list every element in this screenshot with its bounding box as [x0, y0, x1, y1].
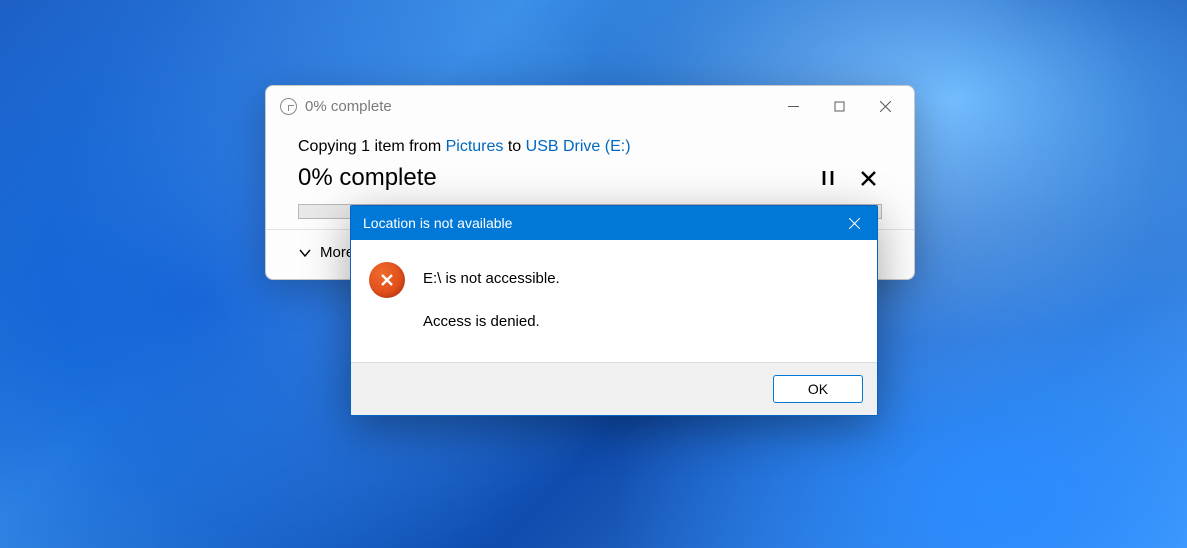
- copy-prefix: Copying 1 item from: [298, 138, 446, 155]
- cancel-button[interactable]: [854, 164, 882, 192]
- error-x-icon: [369, 262, 405, 298]
- close-button[interactable]: [862, 88, 908, 124]
- error-close-button[interactable]: [831, 206, 877, 240]
- percent-complete-text: 0% complete: [298, 164, 802, 192]
- copy-window-titlebar[interactable]: 0% complete: [266, 86, 914, 126]
- ok-button[interactable]: OK: [773, 375, 863, 403]
- error-line-1: E:\ is not accessible.: [423, 268, 560, 289]
- minimize-button[interactable]: [770, 88, 816, 124]
- copy-dest-link[interactable]: USB Drive (E:): [526, 138, 631, 155]
- copy-source-link[interactable]: Pictures: [446, 138, 504, 155]
- error-line-2: Access is denied.: [423, 311, 560, 332]
- pause-button[interactable]: [814, 164, 842, 192]
- maximize-button[interactable]: [816, 88, 862, 124]
- copy-mid: to: [503, 138, 525, 155]
- clock-icon: [280, 98, 297, 115]
- copy-window-title: 0% complete: [305, 98, 770, 115]
- error-dialog-titlebar[interactable]: Location is not available: [351, 206, 877, 240]
- chevron-down-icon: [298, 246, 312, 260]
- error-dialog: Location is not available E:\ is not acc…: [350, 205, 878, 416]
- error-dialog-title: Location is not available: [363, 215, 831, 231]
- copy-description: Copying 1 item from Pictures to USB Driv…: [298, 138, 882, 156]
